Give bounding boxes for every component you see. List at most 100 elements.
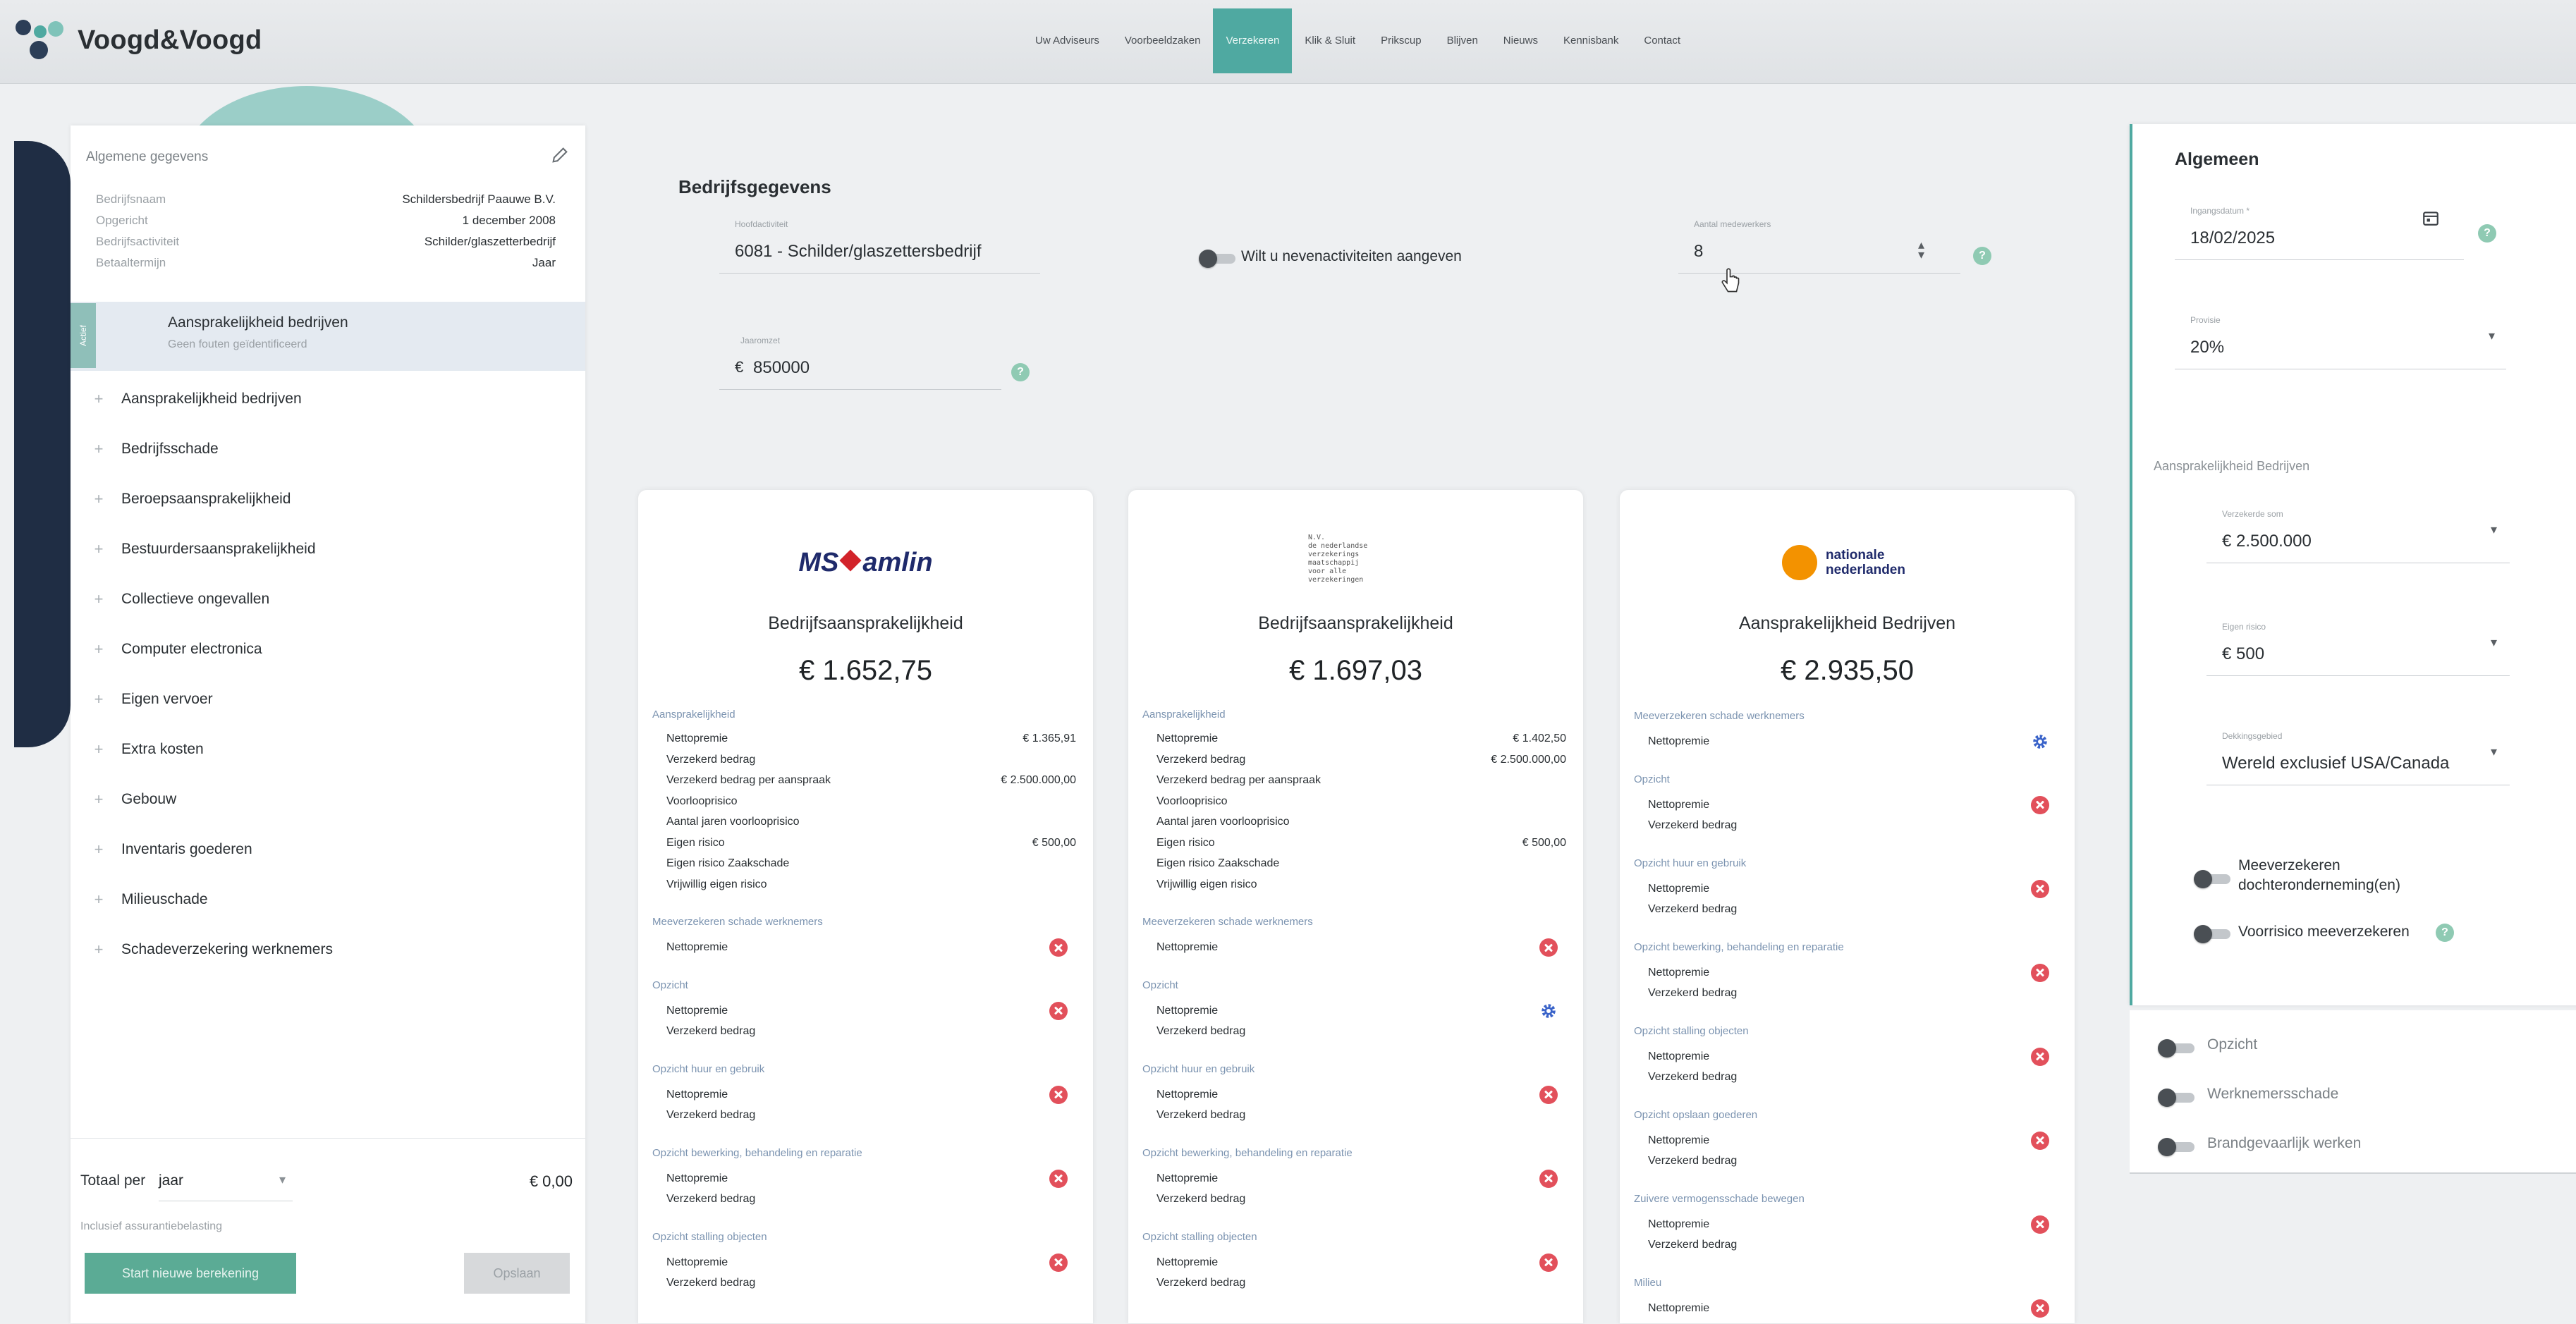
product-item[interactable]: + Schadeverzekering werknemers	[71, 924, 585, 974]
quote-card[interactable]: N.V. de nederlandse verzekerings maatschapp…	[1128, 490, 1583, 1323]
deductible-select[interactable]: Eigen risico € 500	[2206, 618, 2510, 676]
help-icon[interactable]: ?	[2478, 224, 2496, 243]
save-button[interactable]: Opslaan	[464, 1253, 570, 1294]
not-available-icon[interactable]	[1049, 938, 1068, 957]
nav-item[interactable]: Klik & Sluit	[1292, 8, 1368, 73]
section-header: Opzicht stalling objecten	[1634, 1024, 1749, 1037]
coverage-line: Verzekerd bedrag	[666, 1025, 1076, 1039]
not-available-icon[interactable]	[1539, 1085, 1558, 1104]
not-available-icon[interactable]	[1049, 1253, 1068, 1272]
quote-card[interactable]: nationale nederlanden Aansprakelijkheid Be…	[1620, 490, 2075, 1323]
pre-risk-label: Voorrisico meeverzekeren	[2238, 924, 2410, 940]
nav-item[interactable]: Contact	[1631, 8, 1693, 73]
right-panel-title: Algemeen	[2175, 149, 2259, 169]
general-row-label: Opgericht	[96, 214, 148, 227]
main-activity-field[interactable]: Hoofdactiviteit 6081 - Schilder/glaszett…	[719, 215, 1040, 274]
product-item[interactable]: + Collectieve ongevallen	[71, 574, 585, 624]
coverage-line: Verzekerd bedrag	[1156, 1193, 1566, 1207]
nav-item[interactable]: Verzekeren	[1213, 8, 1293, 73]
period-select[interactable]: jaar ▾	[159, 1167, 293, 1201]
product-item[interactable]: + Aansprakelijkheid bedrijven	[71, 374, 585, 424]
gear-icon[interactable]	[1539, 1002, 1558, 1020]
help-icon[interactable]: ?	[1973, 247, 1991, 265]
totals-amount: € 0,00	[529, 1172, 573, 1190]
product-item[interactable]: + Milieuschade	[71, 874, 585, 924]
provision-select[interactable]: Provisie 20%	[2175, 311, 2506, 369]
nn-logo-icon	[1782, 545, 1817, 580]
not-available-icon[interactable]	[2031, 1131, 2049, 1150]
selected-product[interactable]	[71, 302, 585, 371]
subsidiaries-toggle[interactable]	[2194, 870, 2233, 888]
quote-card[interactable]: MS amlin Bedrijfsaansprakelijkheid € 1.652,…	[638, 490, 1093, 1323]
coverage-option-toggle[interactable]	[2158, 1089, 2197, 1107]
product-item[interactable]: + Bedrijfsschade	[71, 424, 585, 474]
coverage-line: Nettopremie	[666, 1089, 1076, 1103]
product-item[interactable]: + Gebouw	[71, 774, 585, 824]
coverage-option-toggle[interactable]	[2158, 1138, 2197, 1156]
not-available-icon[interactable]	[1539, 938, 1558, 957]
section-header: Opzicht bewerking, behandeling en repara…	[1634, 940, 1844, 953]
coverage-line-label: Verzekerd bedrag	[1156, 1109, 1246, 1121]
coverage-area-select[interactable]: Dekkingsgebied Wereld exclusief USA/Cana…	[2206, 727, 2510, 785]
side-activities-toggle[interactable]	[1199, 250, 1238, 268]
coverage-line-label: Verzekerd bedrag	[1648, 903, 1738, 915]
calendar-icon[interactable]	[2422, 209, 2440, 227]
not-available-icon[interactable]	[1049, 1085, 1068, 1104]
product-item-label: Gebouw	[121, 790, 177, 807]
plus-icon: +	[94, 489, 104, 508]
totals-hint: Inclusief assurantiebelasting	[80, 1220, 223, 1232]
pencil-icon[interactable]	[550, 145, 570, 165]
product-item[interactable]: + Computer electronica	[71, 624, 585, 674]
help-icon[interactable]: ?	[1011, 363, 1030, 381]
coverage-line: Verzekerd bedrag	[666, 1193, 1076, 1207]
nav-item[interactable]: Prikscup	[1368, 8, 1434, 73]
product-item-label: Extra kosten	[121, 740, 204, 757]
product-item[interactable]: + Beroepsaansprakelijkheid	[71, 474, 585, 524]
pre-risk-toggle[interactable]	[2194, 925, 2233, 943]
coverage-line: Voorlooprisico	[666, 795, 1076, 809]
coverage-option-toggle[interactable]	[2158, 1039, 2197, 1058]
not-available-icon[interactable]	[2031, 963, 2049, 982]
nav-item[interactable]: Nieuws	[1491, 8, 1551, 73]
plus-icon: +	[94, 790, 104, 808]
not-available-icon[interactable]	[1049, 1001, 1068, 1020]
help-icon[interactable]: ?	[2436, 924, 2454, 942]
product-item-label: Eigen vervoer	[121, 690, 213, 707]
nav-item[interactable]: Blijven	[1434, 8, 1491, 73]
not-available-icon[interactable]	[2031, 1215, 2049, 1234]
not-available-icon[interactable]	[2031, 1299, 2049, 1318]
coverage-line: Verzekerd bedrag	[1648, 819, 2058, 833]
product-item-label: Beroepsaansprakelijkheid	[121, 490, 291, 507]
coverage-line-label: Voorlooprisico	[1156, 795, 1228, 807]
not-available-icon[interactable]	[1539, 1169, 1558, 1188]
product-item[interactable]: + Extra kosten	[71, 724, 585, 774]
coverage-line: Verzekerd bedrag	[1648, 987, 2058, 1001]
not-available-icon[interactable]	[2031, 1047, 2049, 1066]
coverage-line-label: Verzekerd bedrag	[1156, 1193, 1246, 1205]
nav-item[interactable]: Voorbeeldzaken	[1112, 8, 1214, 73]
coverage-area-label: Dekkingsgebied	[2222, 731, 2283, 741]
not-available-icon[interactable]	[2031, 879, 2049, 898]
general-title: Algemene gegevens	[86, 149, 209, 164]
product-item[interactable]: + Eigen vervoer	[71, 674, 585, 724]
start-date-field[interactable]: Ingangsdatum * 18/02/2025	[2175, 202, 2464, 260]
not-available-icon[interactable]	[1049, 1169, 1068, 1188]
nav-item[interactable]: Kennisbank	[1551, 8, 1631, 73]
gear-icon[interactable]	[2031, 733, 2049, 751]
start-new-calculation-button[interactable]: Start nieuwe berekening	[85, 1253, 296, 1294]
coverage-line: Verzekerd bedrag	[666, 1109, 1076, 1123]
not-available-icon[interactable]	[1539, 1253, 1558, 1272]
nav-item[interactable]: Uw Adviseurs	[1023, 8, 1112, 73]
number-stepper-icon[interactable]: ▴ ▾	[1918, 238, 1924, 261]
product-item[interactable]: + Bestuurdersaansprakelijkheid	[71, 524, 585, 574]
not-available-icon[interactable]	[2031, 795, 2049, 814]
product-list: + Aansprakelijkheid bedrijven + Bedrijfssch…	[71, 374, 585, 974]
insured-sum-label: Verzekerde som	[2222, 509, 2283, 519]
product-item[interactable]: + Inventaris goederen	[71, 824, 585, 874]
insured-sum-select[interactable]: Verzekerde som € 2.500.000	[2206, 505, 2510, 563]
revenue-field[interactable]: Jaaromzet € 850000	[719, 331, 1001, 390]
coverage-line-value: € 1.365,91	[1023, 733, 1076, 744]
insurer-logo: nationale nederlanden	[1620, 539, 2075, 589]
coverage-line-label: Verzekerd bedrag	[1648, 1239, 1738, 1251]
brand-logo[interactable]: Voogd&Voogd	[16, 20, 262, 61]
